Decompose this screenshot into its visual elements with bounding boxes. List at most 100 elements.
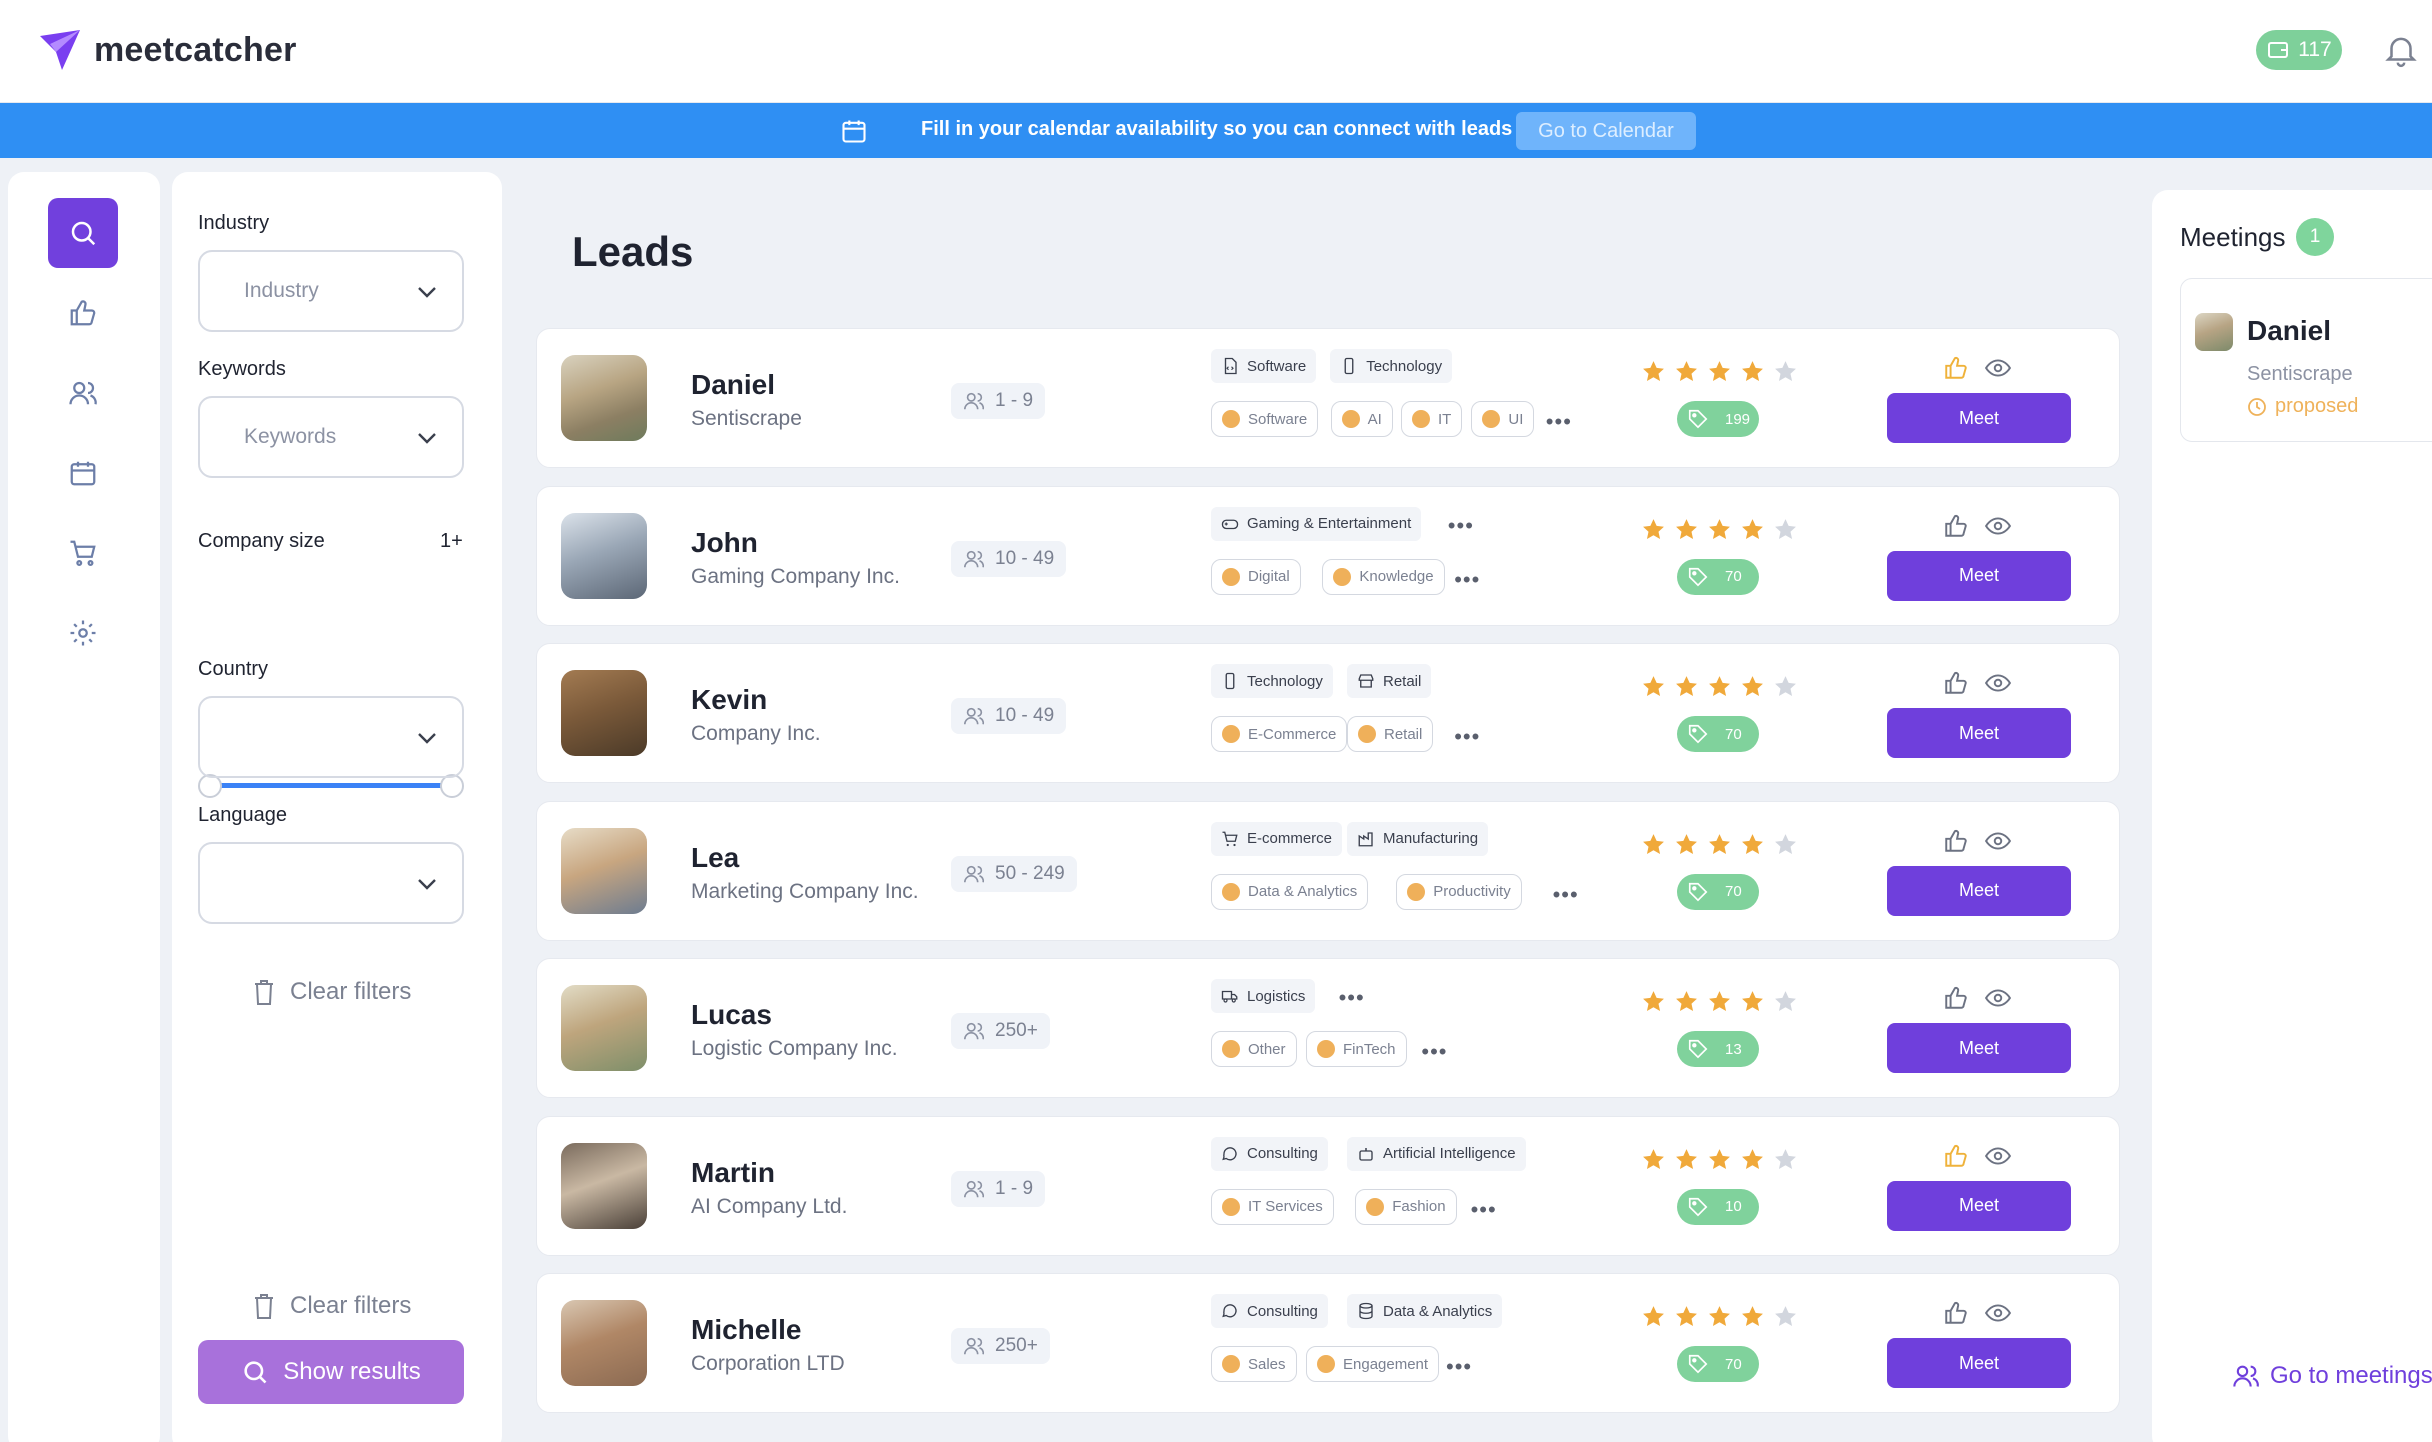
cart-icon — [70, 540, 96, 566]
keyword-tag: IT Services — [1211, 1188, 1334, 1225]
keyword-tag: IT — [1401, 401, 1463, 437]
score-badge: 13 — [1677, 1031, 1759, 1067]
rating-stars — [1641, 517, 1798, 542]
more-categories-icon[interactable]: ••• — [1339, 985, 1365, 1011]
meet-button[interactable]: Meet — [1887, 708, 2071, 758]
logo[interactable]: meetcatcher — [36, 26, 297, 74]
eye-icon[interactable] — [1985, 828, 2011, 854]
country-select[interactable] — [198, 696, 464, 778]
star-filled-icon — [1709, 1148, 1730, 1169]
thumbs-up-icon[interactable] — [1943, 355, 1969, 381]
more-tags-icon[interactable]: ••• — [1446, 1354, 1472, 1380]
star-filled-icon — [1709, 833, 1730, 854]
eye-icon[interactable] — [1985, 670, 2011, 696]
avatar — [561, 985, 647, 1071]
more-tags-icon[interactable]: ••• — [1454, 567, 1480, 593]
star-empty-icon — [1775, 518, 1796, 539]
company-size-label: 1 - 9 — [995, 390, 1034, 411]
more-tags-icon[interactable]: ••• — [1421, 1039, 1447, 1065]
tag-dot — [1222, 1040, 1240, 1058]
more-categories-icon[interactable]: ••• — [1448, 513, 1474, 539]
eye-icon[interactable] — [1985, 513, 2011, 539]
thumbs-up-icon[interactable] — [1943, 1300, 1969, 1326]
lead-card[interactable]: Lea Marketing Company Inc. 50 - 249 E-comme… — [536, 800, 2120, 941]
tag-dot — [1341, 410, 1360, 428]
tag-label: Other — [1248, 1040, 1286, 1058]
clear-filters-bottom-button[interactable]: Clear filters — [252, 1292, 411, 1320]
eye-icon[interactable] — [1985, 1143, 2011, 1169]
lead-card[interactable]: Martin AI Company Ltd. 1 - 9 Consulting Arti… — [536, 1115, 2120, 1256]
sidebar-item-likes[interactable] — [48, 278, 118, 348]
gamepad-icon — [1221, 519, 1239, 529]
category-label: Data & Analytics — [1383, 1302, 1493, 1320]
thumbs-up-icon[interactable] — [1943, 670, 1969, 696]
tag-dot — [1482, 410, 1501, 428]
more-tags-icon[interactable]: ••• — [1546, 409, 1572, 435]
star-filled-icon — [1643, 991, 1664, 1011]
more-tags-icon[interactable]: ••• — [1471, 1197, 1497, 1223]
star-filled-icon — [1742, 1306, 1763, 1326]
lead-card[interactable]: John Gaming Company Inc. 10 - 49 Gaming & E… — [536, 485, 2120, 626]
thumbs-up-icon[interactable] — [1943, 513, 1969, 539]
go-to-calendar-button[interactable]: Go to Calendar — [1516, 112, 1696, 150]
meeting-card[interactable]: Daniel Sentiscrape proposed — [2180, 278, 2432, 442]
lead-card[interactable]: Michelle Corporation LTD 250+ Consulting Dat… — [536, 1273, 2120, 1413]
more-tags-icon[interactable]: ••• — [1454, 724, 1480, 750]
credits-count: 117 — [2298, 38, 2332, 61]
sidebar-item-calendar[interactable] — [48, 438, 118, 508]
score-badge: 10 — [1677, 1188, 1759, 1225]
language-select[interactable] — [198, 842, 464, 924]
category-label: Technology — [1366, 357, 1443, 375]
filters-panel: Industry Industry Keywords Keywords Comp… — [172, 172, 502, 1442]
bell-icon[interactable] — [2382, 30, 2420, 70]
meet-button[interactable]: Meet — [1887, 865, 2071, 916]
tag-label: Data & Analytics — [1248, 883, 1358, 900]
meet-button[interactable]: Meet — [1887, 1180, 2071, 1231]
rating-stars — [1641, 1304, 1798, 1329]
meet-button[interactable]: Meet — [1887, 1023, 2071, 1073]
clear-filters-button[interactable]: Clear filters — [252, 978, 411, 1006]
lead-card[interactable]: Daniel Sentiscrape 1 - 9 Software Technology… — [536, 328, 2120, 468]
go-to-meetings-link[interactable]: Go to meetings — [2232, 1362, 2432, 1390]
eye-icon[interactable] — [1985, 355, 2011, 381]
avatar — [561, 827, 647, 914]
more-tags-icon[interactable]: ••• — [1553, 882, 1579, 908]
country-label: Country — [198, 658, 269, 680]
eye-icon[interactable] — [1985, 985, 2011, 1011]
sidebar-item-search[interactable] — [48, 198, 118, 268]
keywords-select[interactable]: Keywords — [198, 396, 464, 478]
tag-dot — [1407, 882, 1426, 901]
meet-button[interactable]: Meet — [1887, 550, 2071, 601]
sidebar-item-settings[interactable] — [48, 598, 118, 668]
thumbs-up-icon[interactable] — [1943, 1143, 1969, 1169]
industry-select[interactable]: Industry — [198, 250, 464, 332]
star-empty-icon — [1775, 361, 1796, 381]
meet-button[interactable]: Meet — [1887, 1338, 2071, 1388]
lead-company: AI Company Ltd. — [691, 1194, 848, 1218]
sidebar-item-users[interactable] — [48, 358, 118, 428]
avatar — [561, 1300, 647, 1386]
lead-actions — [1943, 1143, 2011, 1169]
calendar-icon — [842, 120, 866, 143]
lead-actions — [1943, 355, 2011, 381]
credits-badge[interactable]: 117 — [2256, 30, 2342, 70]
lead-card[interactable]: Lucas Logistic Company Inc. 250+ Logistics •… — [536, 958, 2120, 1098]
star-filled-icon — [1709, 361, 1730, 381]
star-filled-icon — [1709, 518, 1730, 539]
tag-dot — [1222, 567, 1240, 586]
star-filled-icon — [1643, 518, 1664, 539]
thumbs-up-icon[interactable] — [1943, 828, 1969, 854]
thumbs-up-icon[interactable] — [1943, 985, 1969, 1011]
lead-card[interactable]: Kevin Company Inc. 10 - 49 Technology Retail… — [536, 643, 2120, 783]
logo-icon — [40, 30, 80, 70]
users-icon — [964, 1022, 985, 1040]
chevron-down-icon — [418, 879, 436, 890]
users-icon — [964, 392, 985, 410]
company-size-label: 1 - 9 — [995, 1177, 1034, 1199]
star-filled-icon — [1676, 833, 1697, 854]
show-results-button[interactable]: Show results — [198, 1340, 464, 1404]
keyword-tag: Digital — [1211, 558, 1301, 595]
eye-icon[interactable] — [1985, 1300, 2011, 1326]
meet-button[interactable]: Meet — [1887, 393, 2071, 443]
sidebar-item-cart[interactable] — [48, 518, 118, 588]
